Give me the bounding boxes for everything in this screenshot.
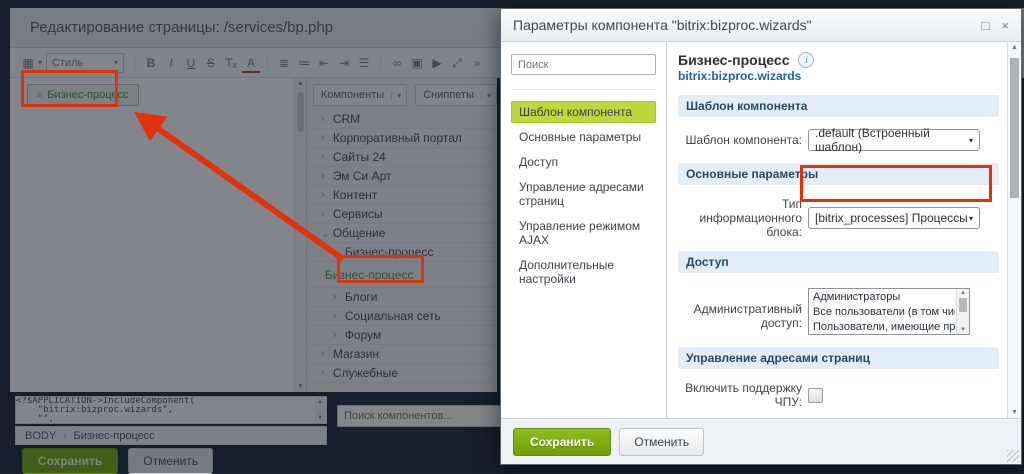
- close-icon[interactable]: ×: [1001, 18, 1009, 33]
- scroll-up-icon[interactable]: ▲: [957, 290, 969, 296]
- sidebar-item-main-params[interactable]: Основные параметры: [511, 126, 656, 148]
- listbox-scrollbar[interactable]: ▲ ▼: [956, 289, 969, 334]
- select-arrow-icon: ▾: [969, 136, 973, 145]
- section-header-main-params: Основные параметры: [678, 163, 999, 185]
- dialog-titlebar: Параметры компонента "bitrix:bizproc.wiz…: [501, 9, 1021, 42]
- scroll-down-icon[interactable]: ▼: [957, 327, 969, 333]
- dialog-save-button[interactable]: Сохранить: [513, 428, 611, 456]
- info-icon[interactable]: i: [798, 52, 814, 68]
- iblock-type-label: Тип информационного блока:: [678, 197, 802, 239]
- dialog-footer: Сохранить Отменить: [501, 418, 1021, 464]
- sidebar-item-access[interactable]: Доступ: [511, 151, 656, 173]
- select-arrow-icon: ▾: [969, 214, 973, 223]
- iblock-type-select[interactable]: [bitrix_processes] Процессы ▾: [808, 207, 980, 229]
- scrollbar-thumb[interactable]: [959, 298, 967, 312]
- scroll-down-icon[interactable]: ▼: [1008, 409, 1021, 416]
- component-name: Бизнес-процесс: [678, 52, 789, 68]
- sidebar-item-ajax[interactable]: Управление режимом AJAX: [511, 215, 656, 251]
- component-code-link[interactable]: bitrix:bizproc.wizards: [678, 69, 999, 83]
- chpu-label: Включить поддержку ЧПУ:: [678, 381, 802, 409]
- sidebar-item-template[interactable]: Шаблон компонента: [511, 101, 656, 123]
- dialog-scrollbar[interactable]: ▲ ▼: [1007, 42, 1021, 418]
- section-header-template: Шаблон компонента: [678, 95, 999, 117]
- admin-access-label: Административный доступ:: [678, 288, 802, 330]
- dialog-sidebar: Шаблон компонента Основные параметры Дос…: [501, 42, 667, 418]
- dialog-title: Параметры компонента "bitrix:bizproc.wiz…: [513, 17, 970, 33]
- dialog-content: Бизнес-процесс i bitrix:bizproc.wizards …: [667, 42, 1007, 418]
- scroll-up-icon[interactable]: ▲: [1008, 44, 1021, 51]
- maximize-icon[interactable]: □: [982, 18, 990, 33]
- resize-handle[interactable]: [1007, 450, 1019, 462]
- section-header-url-management: Управление адресами страниц: [678, 347, 999, 369]
- sidebar-item-url-management[interactable]: Управление адресами страниц: [511, 176, 656, 212]
- dialog-cancel-button[interactable]: Отменить: [619, 428, 704, 456]
- template-select[interactable]: .default (Встроенный шаблон) ▾: [808, 129, 980, 151]
- scrollbar-thumb[interactable]: [1010, 58, 1019, 198]
- divider: [511, 89, 656, 90]
- admin-access-listbox[interactable]: Администраторы Все пользователи (в том ч…: [808, 288, 970, 335]
- component-parameters-dialog: Параметры компонента "bitrix:bizproc.wiz…: [500, 8, 1022, 465]
- section-header-access: Доступ: [678, 251, 999, 273]
- dialog-search-input[interactable]: [511, 54, 656, 75]
- chpu-checkbox[interactable]: [808, 388, 823, 403]
- sidebar-item-additional[interactable]: Дополнительные настройки: [511, 254, 656, 290]
- template-label: Шаблон компонента:: [678, 133, 802, 147]
